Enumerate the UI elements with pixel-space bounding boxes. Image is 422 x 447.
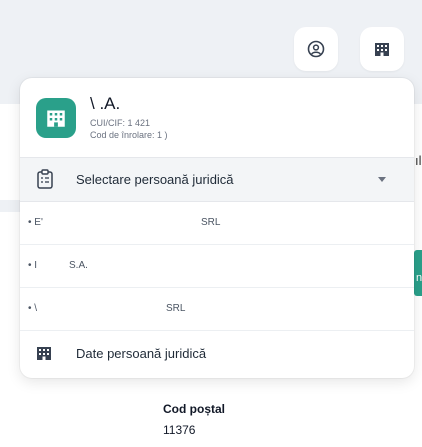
- company-button[interactable]: [360, 27, 404, 71]
- select-legal-entity-label: Selectare persoană juridică: [76, 172, 234, 187]
- option-legal-form: S.A.: [69, 260, 88, 271]
- select-legal-entity-dropdown[interactable]: Selectare persoană juridică: [20, 157, 414, 202]
- background-edge-text-2: n: [416, 272, 422, 284]
- background-strip: [0, 200, 20, 212]
- option-legal-form: SRL: [166, 303, 186, 314]
- company-avatar: [36, 98, 76, 138]
- option-name: • I: [28, 260, 38, 271]
- background-edge-text: ıl: [415, 153, 422, 168]
- company-registration-code: Cod de înrolare: 1 ): [90, 130, 168, 140]
- postal-code-label: Cod poștal: [163, 402, 225, 416]
- building-icon: [375, 43, 389, 56]
- user-circle-icon: [307, 40, 325, 58]
- legal-entity-option[interactable]: • I S.A.: [20, 245, 414, 288]
- building-icon: [47, 110, 65, 127]
- company-dropdown-panel: \ .A. CUI/CIF: 1 421 Cod de înrolare: 1 …: [20, 78, 414, 378]
- legal-entity-details-label: Date persoană juridică: [76, 346, 207, 361]
- option-legal-form: SRL: [201, 217, 221, 228]
- legal-entity-option[interactable]: • E' SRL: [20, 202, 414, 245]
- chevron-down-icon: [378, 177, 386, 182]
- company-name: \ .A.: [90, 94, 121, 113]
- account-button[interactable]: [294, 27, 338, 71]
- option-name: • \: [28, 303, 38, 314]
- postal-code-value: 11376: [163, 423, 196, 437]
- legal-entity-option[interactable]: • \ SRL: [20, 288, 414, 331]
- company-cui: CUI/CIF: 1 421: [90, 118, 151, 128]
- current-company: \ .A. CUI/CIF: 1 421 Cod de înrolare: 1 …: [20, 78, 414, 157]
- building-icon: [36, 345, 52, 366]
- clipboard-list-icon: [36, 169, 54, 194]
- option-name: • E': [28, 217, 43, 228]
- legal-entity-details-link[interactable]: Date persoană juridică: [20, 331, 414, 376]
